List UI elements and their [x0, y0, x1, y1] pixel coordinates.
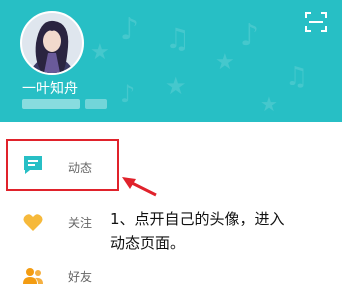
arrow-icon — [122, 177, 157, 197]
highlight-box — [6, 139, 119, 191]
music-note-decoration: ♪ — [240, 18, 260, 53]
star-decoration: ★ — [260, 92, 278, 116]
avatar[interactable] — [20, 11, 84, 75]
friends-icon — [23, 268, 43, 284]
menu-item-label: 好友 — [68, 270, 93, 284]
menu-item-label: 关注 — [68, 216, 93, 230]
username[interactable]: 一叶知舟 — [22, 78, 78, 98]
user-level-blurred — [85, 99, 107, 109]
instruction-line-2: 动态页面。 — [110, 234, 186, 252]
user-id-blurred — [22, 99, 80, 109]
music-note-decoration: ♫ — [165, 22, 191, 55]
profile-header: ♪ ♫ ♪ ★ ★ ★ ♫ ♪ ★ 一叶知舟 — [0, 0, 342, 122]
avatar-image — [22, 13, 82, 73]
menu-item-friends[interactable]: 好友 — [0, 254, 342, 298]
scan-icon[interactable] — [304, 10, 328, 34]
star-decoration: ★ — [165, 72, 187, 100]
star-decoration: ★ — [90, 40, 110, 65]
star-decoration: ★ — [215, 50, 235, 75]
heart-icon — [23, 214, 43, 231]
music-note-decoration: ♪ — [120, 80, 136, 108]
music-note-decoration: ♫ — [285, 62, 309, 92]
instruction-line-1: 1、点开自己的头像，进入 — [110, 210, 285, 228]
instruction-text: 1、点开自己的头像，进入 动态页面。 — [110, 207, 340, 255]
music-note-decoration: ♪ — [120, 12, 140, 47]
